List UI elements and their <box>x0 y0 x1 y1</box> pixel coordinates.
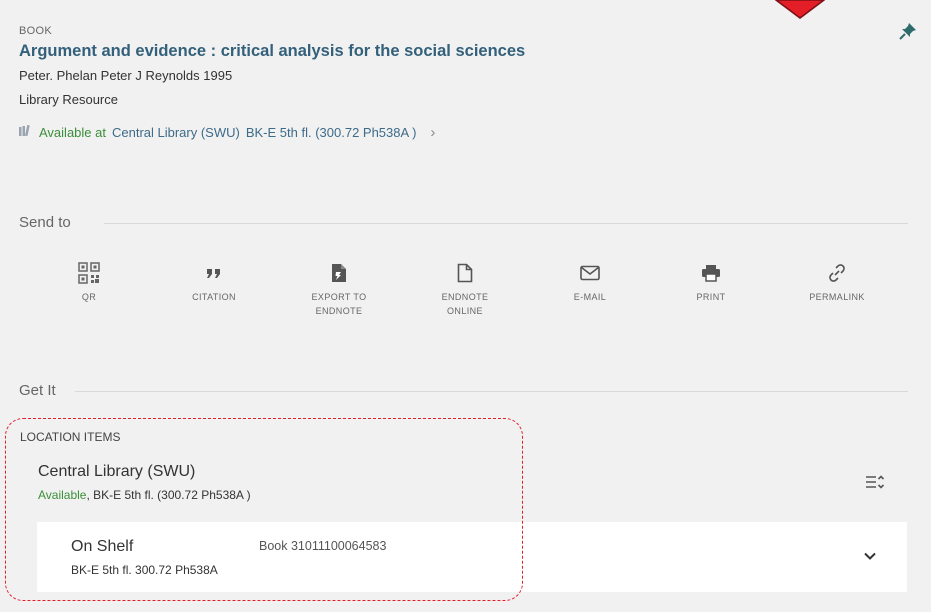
get-it-heading: Get It <box>19 382 56 399</box>
availability-status: Available at <box>39 125 106 140</box>
availability-location: Central Library (SWU) <box>111 125 240 140</box>
print-button[interactable]: PRINT <box>666 260 756 304</box>
divider <box>104 223 908 224</box>
printer-icon <box>666 260 756 286</box>
action-label: ENDNOTE <box>441 292 489 302</box>
book-icon <box>19 124 33 140</box>
record-title-link[interactable]: Argument and evidence : critical analysi… <box>19 42 525 61</box>
action-label: ENDNOTE <box>315 306 363 316</box>
sort-items-icon[interactable] <box>865 473 885 496</box>
resource-type-label: BOOK <box>19 25 52 37</box>
pin-icon[interactable] <box>899 22 917 45</box>
file-export-icon <box>294 260 384 286</box>
availability-shelf: BK-E 5th fl. (300.72 Ph538A ) <box>245 125 417 140</box>
record-resource-type: Library Resource <box>19 92 118 107</box>
action-label: E-MAIL <box>573 292 607 302</box>
action-label: ONLINE <box>447 306 483 316</box>
divider <box>75 391 908 392</box>
action-label: EXPORT TO <box>311 292 367 302</box>
qr-icon <box>44 260 134 286</box>
availability-link[interactable]: Available at Central Library (SWU) BK-E … <box>19 124 435 141</box>
action-label: PERMALINK <box>809 292 865 302</box>
email-button[interactable]: E-MAIL <box>545 260 635 304</box>
citation-button[interactable]: CITATION <box>169 260 259 304</box>
envelope-icon <box>545 260 635 286</box>
qr-button[interactable]: QR <box>44 260 134 304</box>
send-to-heading: Send to <box>19 214 71 231</box>
chevron-down-icon[interactable] <box>863 548 877 566</box>
annotation-marker <box>774 0 826 25</box>
annotation-highlight <box>5 418 523 601</box>
link-icon <box>792 260 882 286</box>
record-author: Peter. Phelan Peter J Reynolds 1995 <box>19 68 233 83</box>
permalink-button[interactable]: PERMALINK <box>792 260 882 304</box>
chevron-right-icon: › <box>430 124 436 141</box>
endnote-online-button[interactable]: ENDNOTE ONLINE <box>420 260 510 318</box>
document-icon <box>420 260 510 286</box>
action-label: QR <box>81 292 97 302</box>
action-label: PRINT <box>696 292 726 302</box>
export-endnote-button[interactable]: EXPORT TO ENDNOTE <box>294 260 384 318</box>
action-label: CITATION <box>192 292 236 302</box>
quote-icon <box>169 260 259 286</box>
